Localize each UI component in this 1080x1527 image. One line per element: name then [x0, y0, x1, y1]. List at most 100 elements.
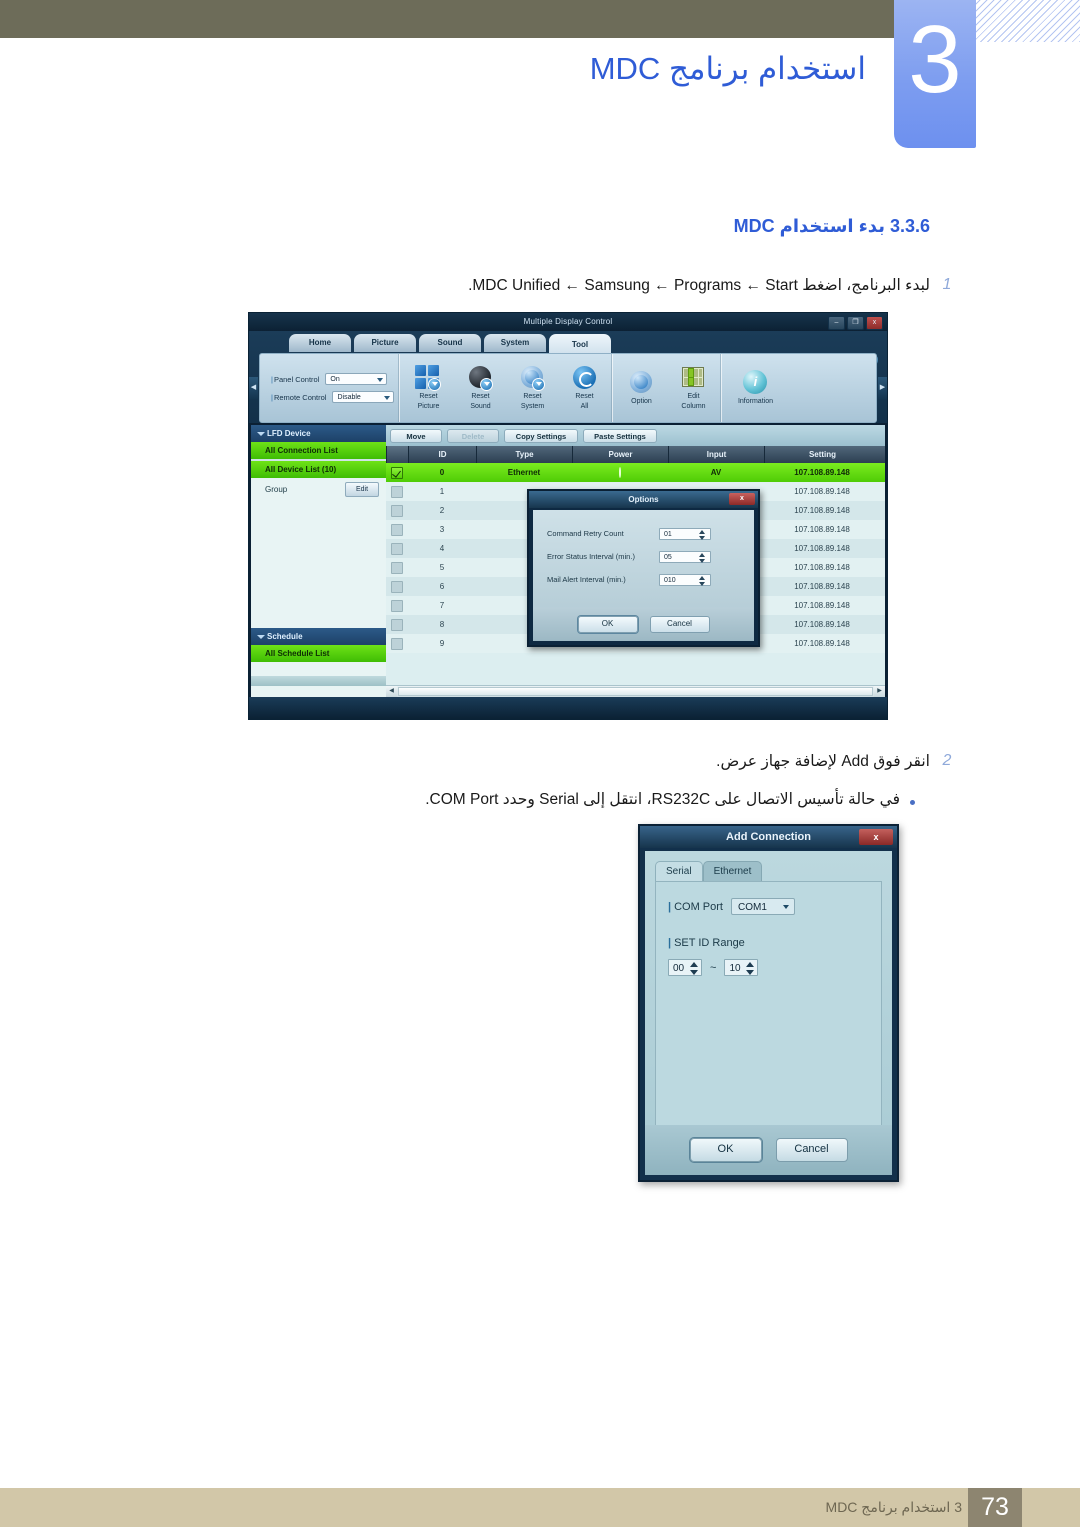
sidebar-lfd-device-header[interactable]: LFD Device: [251, 425, 386, 442]
checkbox-icon[interactable]: [391, 523, 403, 536]
reset-sound-icon: [467, 365, 494, 391]
mdc-ribbon: Home Picture Sound System Tool ? ◀ ▶ |Pa…: [249, 331, 887, 423]
add-connection-cancel-button[interactable]: Cancel: [775, 1138, 848, 1162]
close-icon[interactable]: x: [729, 493, 755, 505]
tab-home[interactable]: Home: [289, 334, 351, 352]
tab-sound[interactable]: Sound: [419, 334, 481, 352]
reset-system-button[interactable]: Reset System: [509, 365, 555, 411]
row-checkbox-cell[interactable]: [386, 539, 408, 558]
table-header-select-all[interactable]: [386, 446, 408, 463]
copy-settings-button[interactable]: Copy Settings: [504, 428, 578, 443]
row-checkbox-cell[interactable]: [386, 615, 408, 634]
scrollbar-thumb[interactable]: [398, 687, 873, 696]
paste-settings-button[interactable]: Paste Settings: [583, 428, 657, 443]
stepper-arrows-icon[interactable]: [699, 552, 706, 563]
command-retry-count-stepper[interactable]: 01: [659, 527, 711, 540]
chapter-number-badge: 3: [894, 0, 976, 148]
sidebar-item-all-connection-list[interactable]: All Connection List: [251, 442, 386, 459]
com-port-select[interactable]: COM1: [730, 898, 795, 915]
step-1-number: 1: [942, 276, 952, 293]
options-cancel-button[interactable]: Cancel: [649, 615, 710, 633]
delete-button: Delete: [447, 428, 499, 443]
table-header-setting[interactable]: Setting: [764, 446, 880, 463]
tab-serial[interactable]: Serial: [655, 861, 703, 881]
stepper-arrows-icon[interactable]: [699, 575, 706, 586]
row-input: AV: [710, 468, 722, 477]
table-header-input[interactable]: Input: [668, 446, 764, 463]
sidebar-bottom-bar: [251, 676, 386, 686]
checkbox-icon[interactable]: [391, 504, 403, 517]
row-checkbox-cell[interactable]: [386, 482, 408, 501]
tab-ethernet[interactable]: Ethernet: [702, 861, 763, 881]
row-checkbox-cell[interactable]: [386, 463, 408, 482]
tab-tool[interactable]: Tool: [549, 334, 611, 355]
stepper-arrows-icon[interactable]: [699, 529, 706, 540]
ribbon-scroll-left-icon[interactable]: ◀: [249, 377, 258, 399]
error-status-interval-stepper[interactable]: 05: [659, 550, 711, 563]
checkbox-icon[interactable]: [391, 618, 403, 631]
scroll-left-icon[interactable]: ◀: [386, 686, 397, 697]
checkbox-checked-icon[interactable]: [391, 466, 403, 479]
row-setting: 107.108.89.148: [794, 582, 850, 591]
table-horizontal-scrollbar[interactable]: ◀ ▶: [386, 685, 885, 697]
table-header-type[interactable]: Type: [476, 446, 572, 463]
row-checkbox-cell[interactable]: [386, 501, 408, 520]
row-checkbox-cell[interactable]: [386, 577, 408, 596]
reset-picture-button[interactable]: Reset Picture: [405, 365, 451, 411]
edit-column-label-1: Edit: [687, 393, 700, 400]
row-setting: 107.108.89.148: [794, 525, 850, 534]
set-id-to-stepper[interactable]: 10: [724, 959, 759, 976]
reset-system-label-2: System: [520, 403, 545, 410]
close-icon[interactable]: x: [866, 316, 883, 330]
checkbox-icon[interactable]: [391, 542, 403, 555]
remote-control-select[interactable]: Disable: [332, 391, 395, 403]
ribbon-group-controls: |Panel Control On |Remote Control Disabl…: [260, 354, 399, 422]
table-header-power[interactable]: Power: [572, 446, 668, 463]
checkbox-icon[interactable]: [391, 485, 403, 498]
set-id-from-stepper[interactable]: 00: [668, 959, 702, 976]
row-checkbox-cell[interactable]: [386, 634, 408, 653]
sidebar-item-all-device-list[interactable]: All Device List (10): [251, 461, 386, 478]
group-edit-button[interactable]: Edit: [345, 481, 379, 497]
table-header-id[interactable]: ID: [408, 446, 476, 463]
sidebar-schedule-header[interactable]: Schedule: [251, 628, 386, 645]
panel-control-select[interactable]: On: [325, 373, 388, 385]
reset-picture-label-2: Picture: [417, 403, 440, 410]
error-status-interval-value: 05: [664, 553, 672, 561]
tab-system[interactable]: System: [484, 334, 546, 352]
reset-picture-label-1: Reset: [419, 393, 438, 400]
reset-all-button[interactable]: Reset All: [561, 365, 607, 411]
maximize-icon[interactable]: ❐: [847, 316, 864, 330]
row-checkbox-cell[interactable]: [386, 558, 408, 577]
move-button[interactable]: Move: [390, 428, 442, 443]
minimize-icon[interactable]: –: [828, 316, 845, 330]
stepper-arrows-icon[interactable]: [690, 962, 698, 975]
reset-sound-button[interactable]: Reset Sound: [457, 365, 503, 411]
options-dialog: Options x Command Retry Count 01 Error S…: [527, 489, 760, 647]
add-connection-ok-button[interactable]: OK: [689, 1138, 762, 1162]
ribbon-scroll-right-icon[interactable]: ▶: [878, 377, 887, 399]
table-row[interactable]: 0 Ethernet AV 107.108.89.148: [386, 463, 885, 482]
mail-alert-interval-stepper[interactable]: 010: [659, 573, 711, 586]
mdc-sidebar: LFD Device All Connection List All Devic…: [251, 425, 386, 697]
option-icon: [628, 370, 654, 396]
checkbox-icon[interactable]: [391, 599, 403, 612]
checkbox-icon[interactable]: [391, 561, 403, 574]
information-button[interactable]: i Information: [727, 370, 783, 406]
row-checkbox-cell[interactable]: [386, 596, 408, 615]
row-checkbox-cell[interactable]: [386, 520, 408, 539]
sidebar-item-all-schedule-list[interactable]: All Schedule List: [251, 645, 386, 662]
checkbox-icon[interactable]: [391, 637, 403, 650]
scroll-right-icon[interactable]: ▶: [874, 686, 885, 697]
option-button[interactable]: Option: [618, 370, 664, 406]
options-ok-button[interactable]: OK: [577, 615, 638, 633]
close-icon[interactable]: x: [859, 829, 893, 845]
mdc-application-window: Multiple Display Control – ❐ x Home Pict…: [248, 312, 888, 720]
edit-column-button[interactable]: Edit Column: [670, 365, 716, 411]
tab-picture[interactable]: Picture: [354, 334, 416, 352]
checkbox-icon[interactable]: [391, 580, 403, 593]
reset-system-icon: [519, 365, 546, 391]
chevron-down-icon: [384, 396, 391, 400]
sidebar-group-label: Group: [265, 484, 288, 494]
stepper-arrows-icon[interactable]: [746, 962, 755, 975]
